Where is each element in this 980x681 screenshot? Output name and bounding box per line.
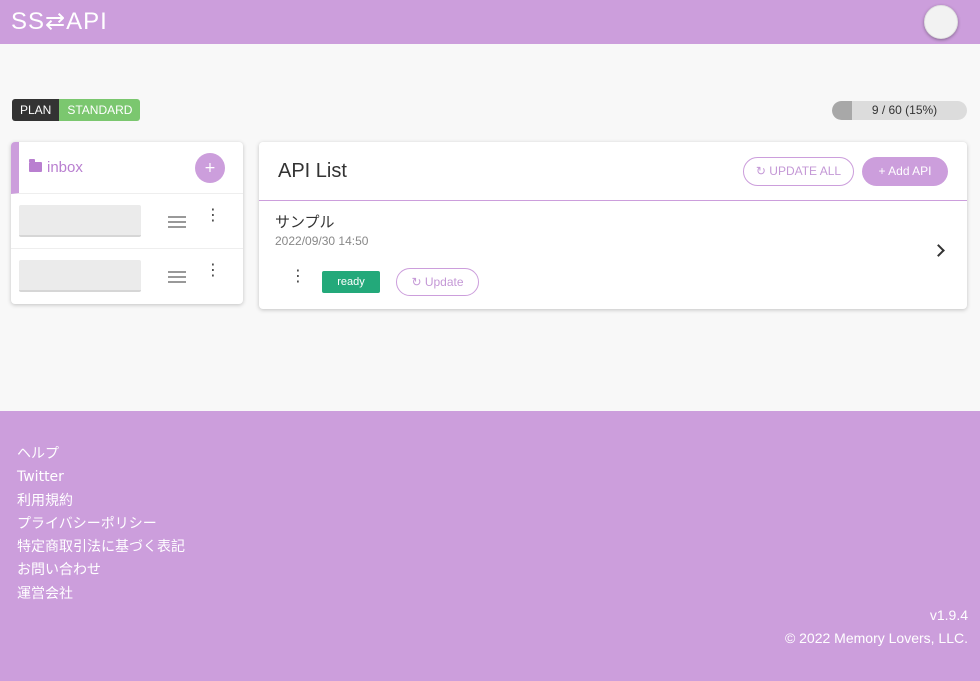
api-item-menu-icon[interactable]: ⋮ [290, 268, 306, 284]
drag-handle-icon[interactable] [168, 216, 186, 228]
app-logo[interactable]: SS⇄API [11, 7, 108, 36]
plan-badge: PLAN STANDARD [12, 99, 141, 121]
folder-menu-icon[interactable]: ⋮ [205, 207, 221, 223]
add-folder-button[interactable]: + [195, 153, 225, 183]
add-api-button[interactable]: + Add API [862, 157, 948, 186]
footer-link-contact[interactable]: お問い合わせ [17, 560, 185, 583]
folder-item[interactable]: ⋮ [11, 250, 243, 304]
folder-list: inbox + ⋮ ⋮ [11, 142, 243, 304]
footer-links: ヘルプ Twitter 利用規約 プライバシーポリシー 特定商取引法に基づく表記… [17, 444, 185, 607]
drag-handle-icon[interactable] [168, 271, 186, 283]
api-list-card: API List ↻ UPDATE ALL + Add API サンプル 202… [259, 142, 967, 309]
update-all-button[interactable]: ↻ UPDATE ALL [743, 157, 854, 186]
usage-progress-bar: 9 / 60 (15%) [832, 101, 967, 120]
chevron-right-icon[interactable] [932, 244, 945, 257]
api-item-name: サンプル [275, 213, 335, 231]
footer-link-privacy[interactable]: プライバシーポリシー [17, 514, 185, 537]
folder-icon [29, 159, 42, 172]
status-badge: ready [322, 271, 380, 293]
footer-link-company[interactable]: 運営会社 [17, 584, 185, 607]
app-version: v1.9.4 [929, 607, 968, 623]
site-footer: ヘルプ Twitter 利用規約 プライバシーポリシー 特定商取引法に基づく表記… [0, 411, 980, 681]
usage-progress-text: 9 / 60 (15%) [871, 103, 938, 117]
api-item-date: 2022/09/30 14:50 [275, 234, 369, 248]
footer-link-twitter[interactable]: Twitter [17, 467, 185, 490]
folder-name-placeholder [19, 205, 141, 237]
folder-item-inbox[interactable]: inbox + [11, 142, 243, 194]
plan-label: PLAN [12, 99, 60, 121]
copyright-text: © 2022 Memory Lovers, LLC. [784, 630, 968, 646]
user-avatar-icon[interactable] [924, 5, 958, 39]
plan-value: STANDARD [59, 99, 141, 121]
api-list-title: API List [278, 160, 347, 182]
app-header: SS⇄API [0, 0, 980, 44]
api-list-divider [259, 200, 967, 201]
footer-link-commercial[interactable]: 特定商取引法に基づく表記 [17, 537, 185, 560]
folder-name-placeholder [19, 260, 141, 292]
footer-link-terms[interactable]: 利用規約 [17, 491, 185, 514]
footer-link-help[interactable]: ヘルプ [17, 444, 185, 467]
folder-item[interactable]: ⋮ [11, 195, 243, 249]
update-button[interactable]: ↻ Update [396, 268, 479, 296]
folder-name: inbox [47, 159, 83, 176]
folder-menu-icon[interactable]: ⋮ [205, 262, 221, 278]
